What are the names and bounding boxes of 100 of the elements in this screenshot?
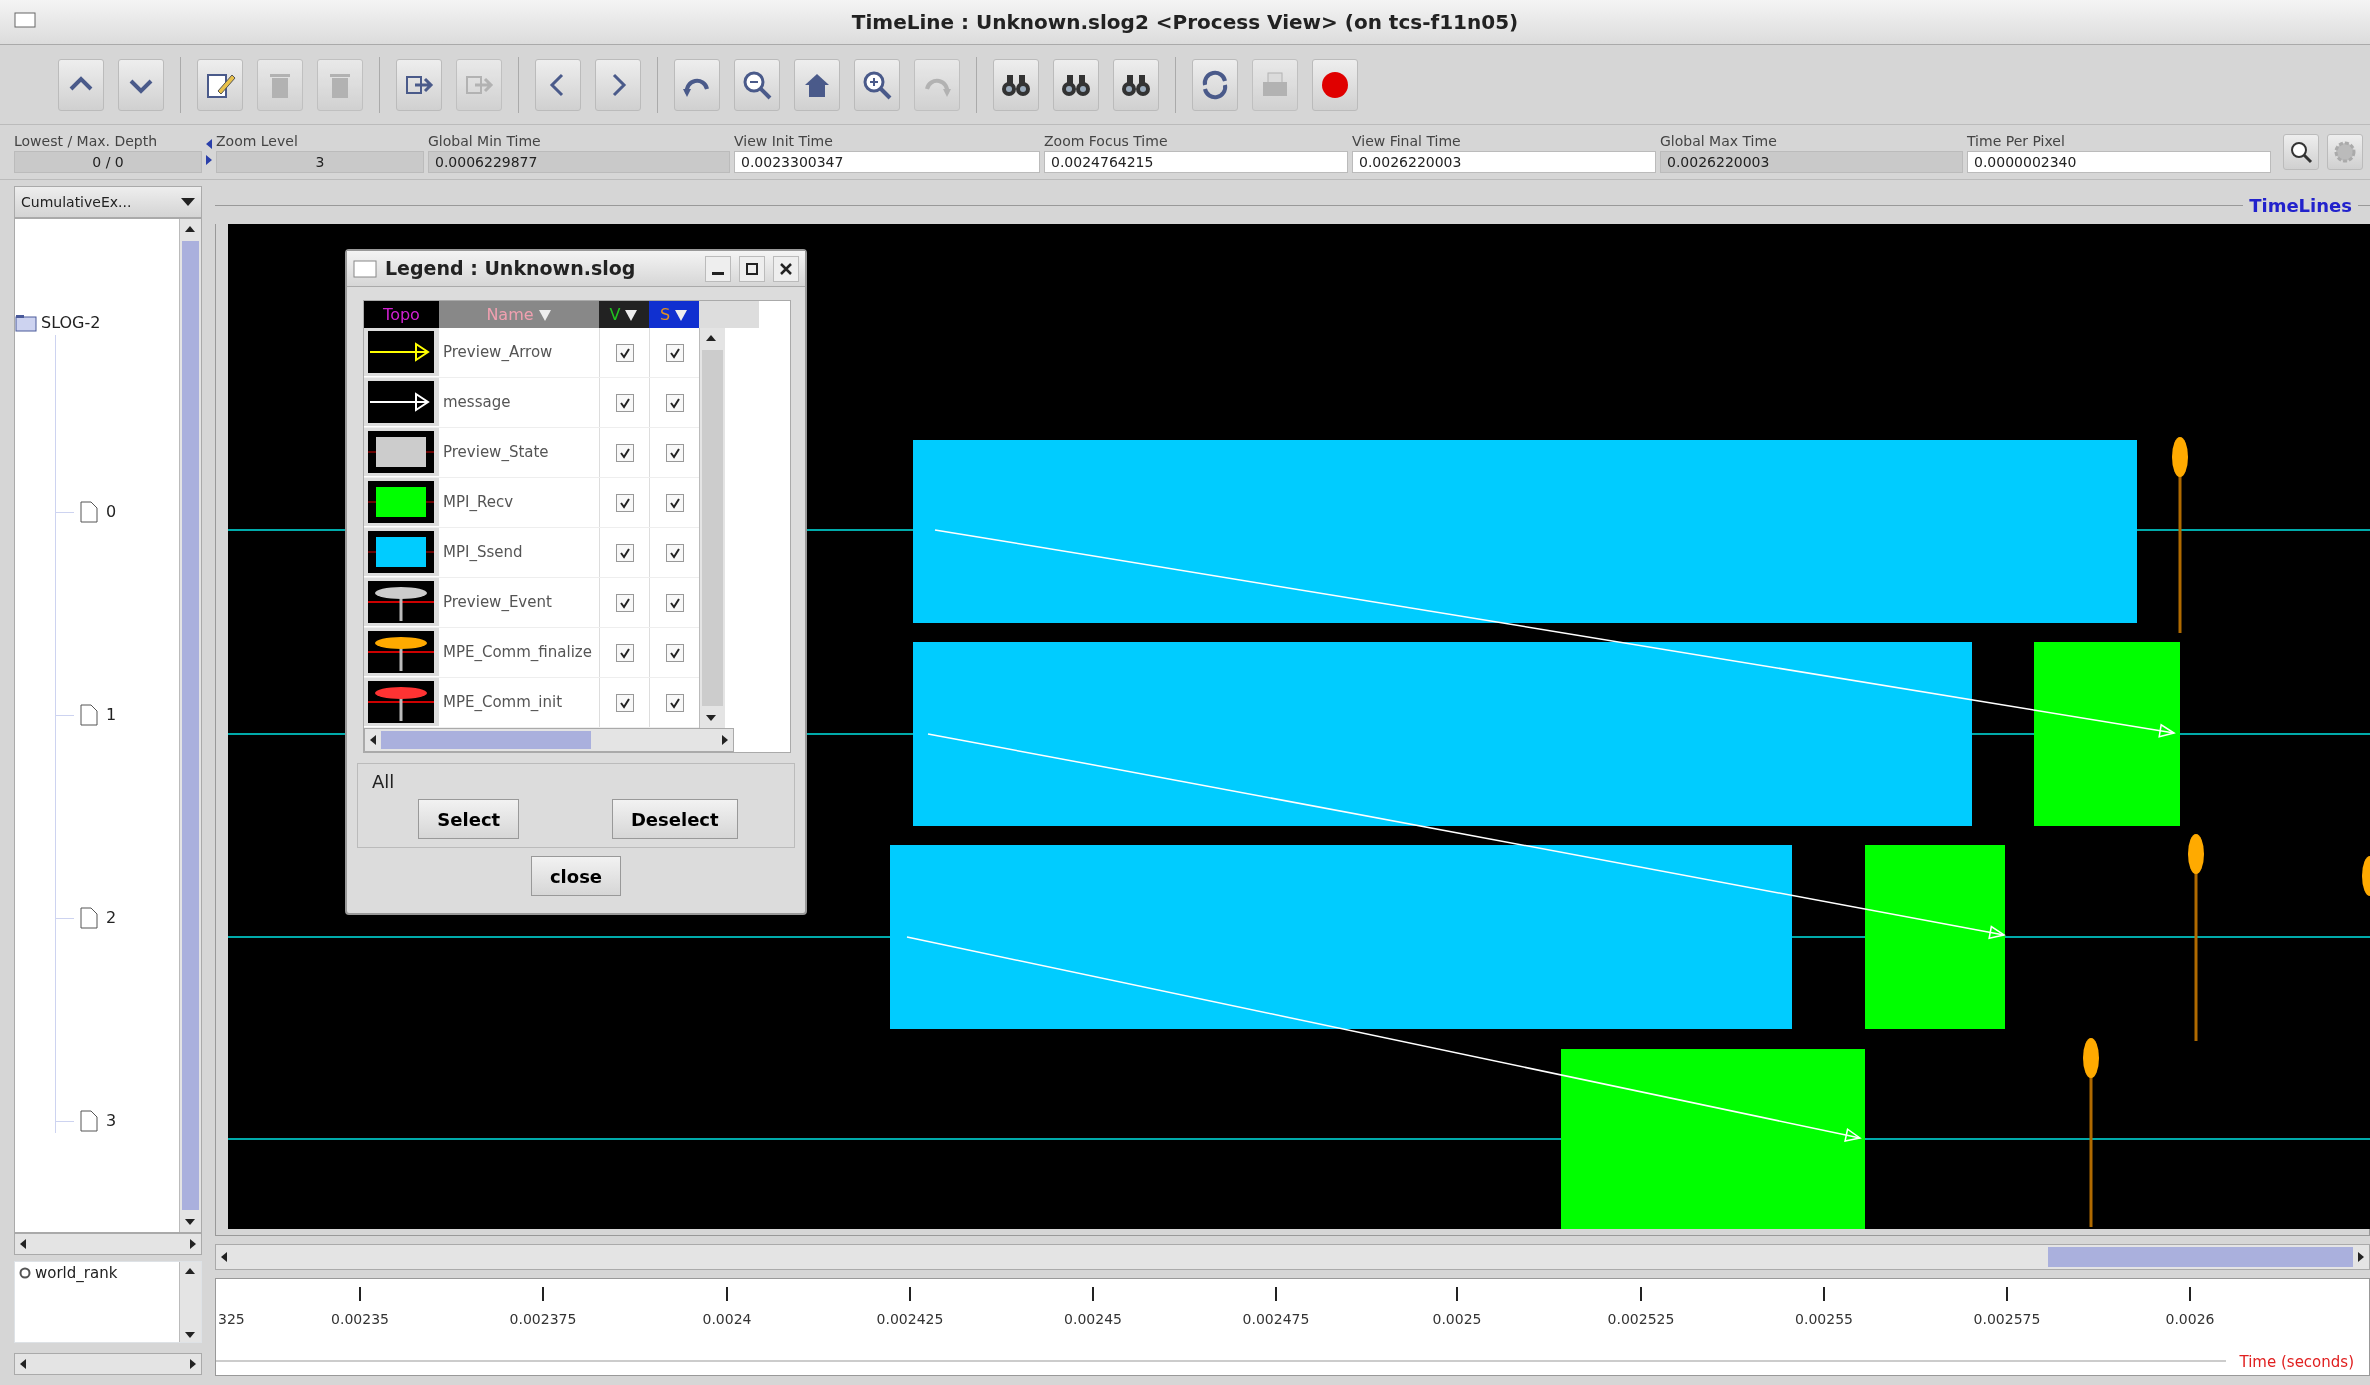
time-field[interactable]: 0.0023300347 [734, 151, 1040, 173]
minimize-icon [712, 272, 724, 275]
maximize-button[interactable] [739, 255, 765, 282]
search-button[interactable] [2283, 134, 2319, 170]
folder-icon [15, 314, 37, 332]
toolbar-button[interactable] [1192, 58, 1238, 111]
time-field: 0.0026220003 [1660, 151, 1963, 173]
sort-icon [537, 307, 552, 322]
legend-name: MPI_Recv [442, 492, 514, 514]
check-icon [668, 546, 681, 559]
time-field[interactable]: 0.0000002340 [1967, 151, 2271, 173]
field-label: Time Per Pixel [1967, 132, 2066, 151]
checkbox[interactable] [665, 643, 684, 662]
toolbar-button[interactable] [396, 58, 442, 111]
depth-field: 0 / 0 [14, 151, 202, 173]
checkbox[interactable] [615, 643, 634, 662]
checkbox[interactable] [615, 543, 634, 562]
vertical-scrollbar[interactable] [179, 219, 201, 1232]
tree-node[interactable]: 2 [56, 906, 179, 930]
event-marker [2362, 856, 2370, 896]
check-icon [668, 646, 681, 659]
axis-tick-label: 0.00235 [331, 1311, 389, 1327]
column-header[interactable]: Topo [364, 301, 439, 328]
legend-name: MPE_Comm_finalize [442, 642, 593, 664]
horizontal-scrollbar[interactable] [14, 1353, 202, 1375]
vertical-scrollbar[interactable] [699, 328, 725, 728]
document-icon [80, 501, 98, 523]
vertical-scrollbar[interactable] [179, 1262, 201, 1342]
toolbar-button[interactable] [674, 58, 720, 111]
field-label: Zoom Level [216, 132, 299, 151]
checkbox[interactable] [665, 393, 684, 412]
check-icon [618, 696, 631, 709]
toolbar-button[interactable] [993, 58, 1039, 111]
checkbox[interactable] [615, 493, 634, 512]
checkbox[interactable] [615, 343, 634, 362]
toolbar-button[interactable] [58, 58, 104, 111]
tree-node[interactable]: SLOG-2 [15, 311, 179, 335]
check-icon [618, 646, 631, 659]
toolbar-button[interactable] [118, 58, 164, 111]
axis-tick-label: 0.002475 [1242, 1311, 1310, 1327]
field-label: Zoom Focus Time [1044, 132, 1169, 151]
checkbox[interactable] [665, 443, 684, 462]
axis-tick-label: 325 [218, 1311, 245, 1327]
time-field[interactable]: 0.0024764215 [1044, 151, 1348, 173]
field-label: Lowest / Max. Depth [14, 132, 159, 151]
checkbox[interactable] [665, 543, 684, 562]
document-icon [80, 704, 98, 726]
field-label: View Init Time [734, 132, 834, 151]
close-button[interactable] [773, 255, 799, 282]
checkbox[interactable] [665, 493, 684, 512]
group-title: All [372, 770, 396, 794]
checkbox[interactable] [665, 693, 684, 712]
toolbar-button[interactable] [734, 58, 780, 111]
checkbox[interactable] [615, 443, 634, 462]
horizontal-scrollbar[interactable] [364, 728, 734, 752]
column-header[interactable]: V [599, 301, 649, 328]
toolbar-button[interactable] [794, 58, 840, 111]
legend-name: Preview_Event [442, 592, 553, 614]
caret-icon [181, 197, 195, 207]
legend-name: MPI_Ssend [442, 542, 524, 564]
axis-tick-label: 0.00255 [1795, 1311, 1853, 1327]
checkbox[interactable] [615, 693, 634, 712]
toolbar-button[interactable] [197, 58, 243, 111]
checkbox[interactable] [615, 593, 634, 612]
legend-button[interactable]: Deselect [611, 799, 738, 839]
window-icon [353, 259, 377, 278]
check-icon [618, 396, 631, 409]
toolbar-button[interactable] [595, 58, 641, 111]
axis-tick-label: 0.002425 [876, 1311, 944, 1327]
window-title: Legend : Unknown.slog [385, 256, 637, 282]
axis-tick-label: 0.002525 [1607, 1311, 1675, 1327]
tree-node[interactable]: 1 [56, 703, 179, 727]
state-swatch-icon [368, 481, 434, 523]
check-icon [618, 496, 631, 509]
field-label: View Final Time [1352, 132, 1462, 151]
legend-name: message [442, 392, 512, 414]
toolbar-button[interactable] [535, 58, 581, 111]
close-icon [778, 260, 794, 277]
time-field: 3 [216, 151, 424, 173]
axis-tick-label: 0.00245 [1064, 1311, 1122, 1327]
horizontal-scrollbar[interactable] [14, 1233, 202, 1255]
time-field[interactable]: 0.0026220003 [1352, 151, 1656, 173]
checkbox[interactable] [615, 393, 634, 412]
close-button[interactable]: close [530, 856, 622, 896]
window-title: TimeLine : Unknown.slog2 <Process View> (on tcs-f11n05) [851, 9, 1519, 36]
legend-button[interactable]: Select [418, 799, 520, 839]
toolbar-button[interactable] [1053, 58, 1099, 111]
check-icon [668, 346, 681, 359]
check-icon [618, 446, 631, 459]
horizontal-scrollbar[interactable] [215, 1244, 2370, 1270]
tree-node[interactable]: 3 [56, 1109, 179, 1133]
tree-node[interactable]: 0 [56, 500, 179, 524]
toolbar-button[interactable] [854, 58, 900, 111]
checkbox[interactable] [665, 593, 684, 612]
minimize-button[interactable] [705, 255, 731, 282]
radio-icon [19, 1267, 31, 1280]
view-dropdown[interactable]: CumulativeEx... [14, 186, 202, 218]
column-header [699, 301, 759, 328]
checkbox[interactable] [665, 343, 684, 362]
toolbar-button[interactable] [1113, 58, 1159, 111]
